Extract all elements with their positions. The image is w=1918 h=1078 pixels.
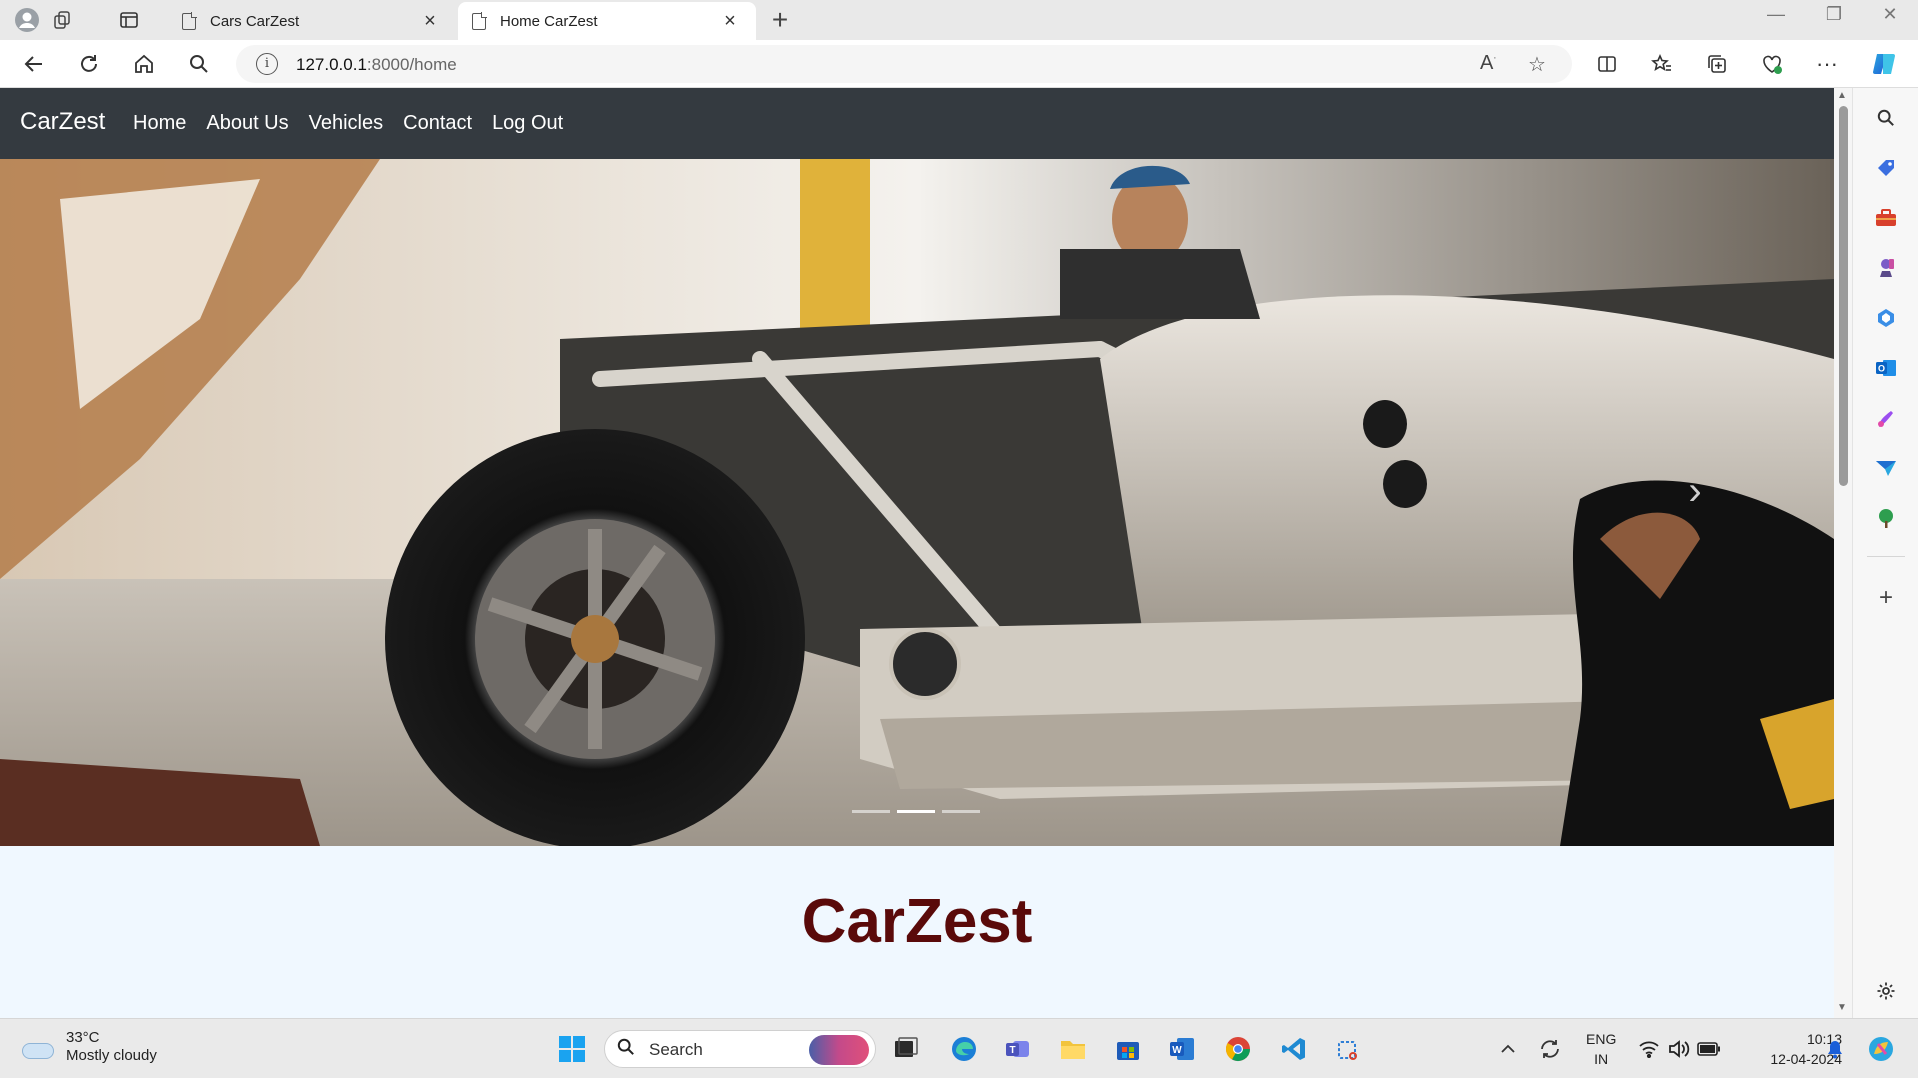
sidebar-divider xyxy=(1867,556,1905,557)
close-tab-icon[interactable]: × xyxy=(418,10,442,33)
file-explorer-icon[interactable] xyxy=(1055,1031,1091,1067)
weather-temp: 33°C xyxy=(66,1029,100,1046)
search-icon[interactable] xyxy=(182,48,216,80)
snipping-tool-icon[interactable] xyxy=(1330,1031,1366,1067)
tab-cars[interactable]: Cars CarZest × xyxy=(168,2,456,40)
nav-vehicles[interactable]: Vehicles xyxy=(309,112,384,135)
send-icon[interactable] xyxy=(1872,454,1900,482)
nav-contact[interactable]: Contact xyxy=(403,112,472,135)
battery-icon[interactable] xyxy=(1697,1019,1721,1078)
tab-actions-icon[interactable] xyxy=(114,6,144,34)
tab-home[interactable]: Home CarZest × xyxy=(458,2,756,40)
nav-home[interactable]: Home xyxy=(133,112,186,135)
vscode-icon[interactable] xyxy=(1276,1031,1312,1067)
show-hidden-icons-chevron-up-icon[interactable] xyxy=(1500,1019,1516,1078)
read-aloud-icon[interactable]: Aᐧ xyxy=(1480,52,1496,75)
page-heading: CarZest xyxy=(801,887,1033,956)
notification-bell-icon[interactable] xyxy=(1826,1019,1844,1078)
tab-strip: Cars CarZest × Home CarZest × + — ❐ ✕ xyxy=(0,0,1918,40)
url-text: 127.0.0.1:8000/home xyxy=(296,55,457,74)
sidebar-search-icon[interactable] xyxy=(1872,104,1900,132)
microsoft-365-icon[interactable] xyxy=(1872,304,1900,332)
chrome-icon[interactable] xyxy=(1220,1031,1256,1067)
browser-essentials-icon[interactable] xyxy=(1755,48,1789,80)
nav-about-us[interactable]: About Us xyxy=(206,112,288,135)
microsoft-store-icon[interactable] xyxy=(1110,1031,1146,1067)
close-window-icon[interactable]: ✕ xyxy=(1870,4,1910,25)
collections-icon[interactable] xyxy=(1700,48,1734,80)
tools-icon[interactable] xyxy=(1872,204,1900,232)
task-view-icon[interactable] xyxy=(888,1031,924,1067)
taskbar-search[interactable]: Search xyxy=(604,1030,876,1068)
profile-icon[interactable] xyxy=(12,6,42,34)
search-placeholder: Search xyxy=(649,1040,703,1059)
tree-icon[interactable] xyxy=(1872,504,1900,532)
search-highlight-image xyxy=(809,1035,869,1065)
scroll-up-icon[interactable]: ▲ xyxy=(1837,90,1847,101)
page-icon xyxy=(182,11,197,30)
weather-desc: Mostly cloudy xyxy=(66,1047,157,1064)
svg-text:W: W xyxy=(1172,1045,1182,1056)
hero-carousel: › xyxy=(0,159,1834,846)
minimize-icon[interactable]: — xyxy=(1756,4,1796,25)
page-scrollbar[interactable]: ▲ ▼ xyxy=(1834,88,1852,1018)
carousel-indicator[interactable] xyxy=(942,810,980,813)
windows-start-icon[interactable] xyxy=(554,1031,590,1067)
wifi-icon[interactable] xyxy=(1638,1019,1660,1078)
windows-taskbar: 33°C Mostly cloudy Search T W ENG IN 10:… xyxy=(0,1018,1918,1078)
edge-sidebar: O + xyxy=(1852,88,1918,1018)
carousel-indicators xyxy=(852,810,987,813)
tab-title: Home CarZest xyxy=(500,12,598,30)
nav-log-out[interactable]: Log Out xyxy=(492,112,563,135)
language-indicator[interactable]: ENG IN xyxy=(1586,1029,1616,1069)
refresh-icon[interactable] xyxy=(72,48,106,80)
address-bar[interactable]: i 127.0.0.1:8000/home Aᐧ ☆ xyxy=(236,45,1572,83)
copilot-icon[interactable] xyxy=(1868,48,1902,80)
favorites-icon[interactable] xyxy=(1645,48,1679,80)
workspaces-icon[interactable] xyxy=(48,6,78,34)
intro-section: CarZest xyxy=(0,846,1834,1018)
carousel-photo xyxy=(0,159,1834,846)
scroll-down-icon[interactable]: ▼ xyxy=(1837,1002,1847,1013)
new-tab-icon[interactable]: + xyxy=(766,4,794,36)
nav-links: Home About Us Vehicles Contact Log Out xyxy=(133,112,583,135)
outlook-icon[interactable]: O xyxy=(1872,354,1900,382)
tab-title: Cars CarZest xyxy=(210,12,300,30)
carousel-next-icon[interactable]: › xyxy=(1680,469,1710,513)
close-tab-icon[interactable]: × xyxy=(718,10,742,33)
browser-toolbar: i 127.0.0.1:8000/home Aᐧ ☆ ··· xyxy=(0,40,1918,88)
games-icon[interactable] xyxy=(1872,254,1900,282)
svg-text:T: T xyxy=(1009,1045,1015,1056)
edge-app-icon[interactable] xyxy=(946,1031,982,1067)
carousel-indicator[interactable] xyxy=(852,810,890,813)
weather-widget[interactable]: 33°C Mostly cloudy xyxy=(20,1029,157,1065)
home-icon[interactable] xyxy=(127,48,161,80)
carousel-indicator-active[interactable] xyxy=(897,810,935,813)
shopping-tag-icon[interactable] xyxy=(1872,154,1900,182)
site-info-icon[interactable]: i xyxy=(256,53,278,75)
restore-icon[interactable]: ❐ xyxy=(1814,4,1854,25)
word-icon[interactable]: W xyxy=(1164,1031,1200,1067)
split-screen-icon[interactable] xyxy=(1590,48,1624,80)
cloud-sun-icon xyxy=(20,1035,54,1059)
volume-icon[interactable] xyxy=(1668,1019,1690,1078)
scroll-thumb[interactable] xyxy=(1839,106,1848,486)
svg-text:O: O xyxy=(1878,364,1885,374)
page-icon xyxy=(472,11,487,30)
copilot-preview-icon[interactable] xyxy=(1866,1019,1896,1078)
sidebar-settings-gear-icon[interactable] xyxy=(1872,977,1900,1005)
page-viewport: CarZest Home About Us Vehicles Contact L… xyxy=(0,88,1834,1018)
favorite-star-icon[interactable]: ☆ xyxy=(1528,52,1546,77)
teams-icon[interactable]: T xyxy=(1000,1031,1036,1067)
site-navbar: CarZest Home About Us Vehicles Contact L… xyxy=(0,88,1834,159)
designer-icon[interactable] xyxy=(1872,404,1900,432)
back-icon[interactable] xyxy=(17,48,51,80)
add-sidebar-item-icon[interactable]: + xyxy=(1872,584,1900,612)
more-options-icon[interactable]: ··· xyxy=(1810,48,1844,80)
site-brand[interactable]: CarZest xyxy=(20,108,105,136)
search-icon xyxy=(617,1038,635,1062)
sync-icon[interactable] xyxy=(1538,1019,1562,1078)
